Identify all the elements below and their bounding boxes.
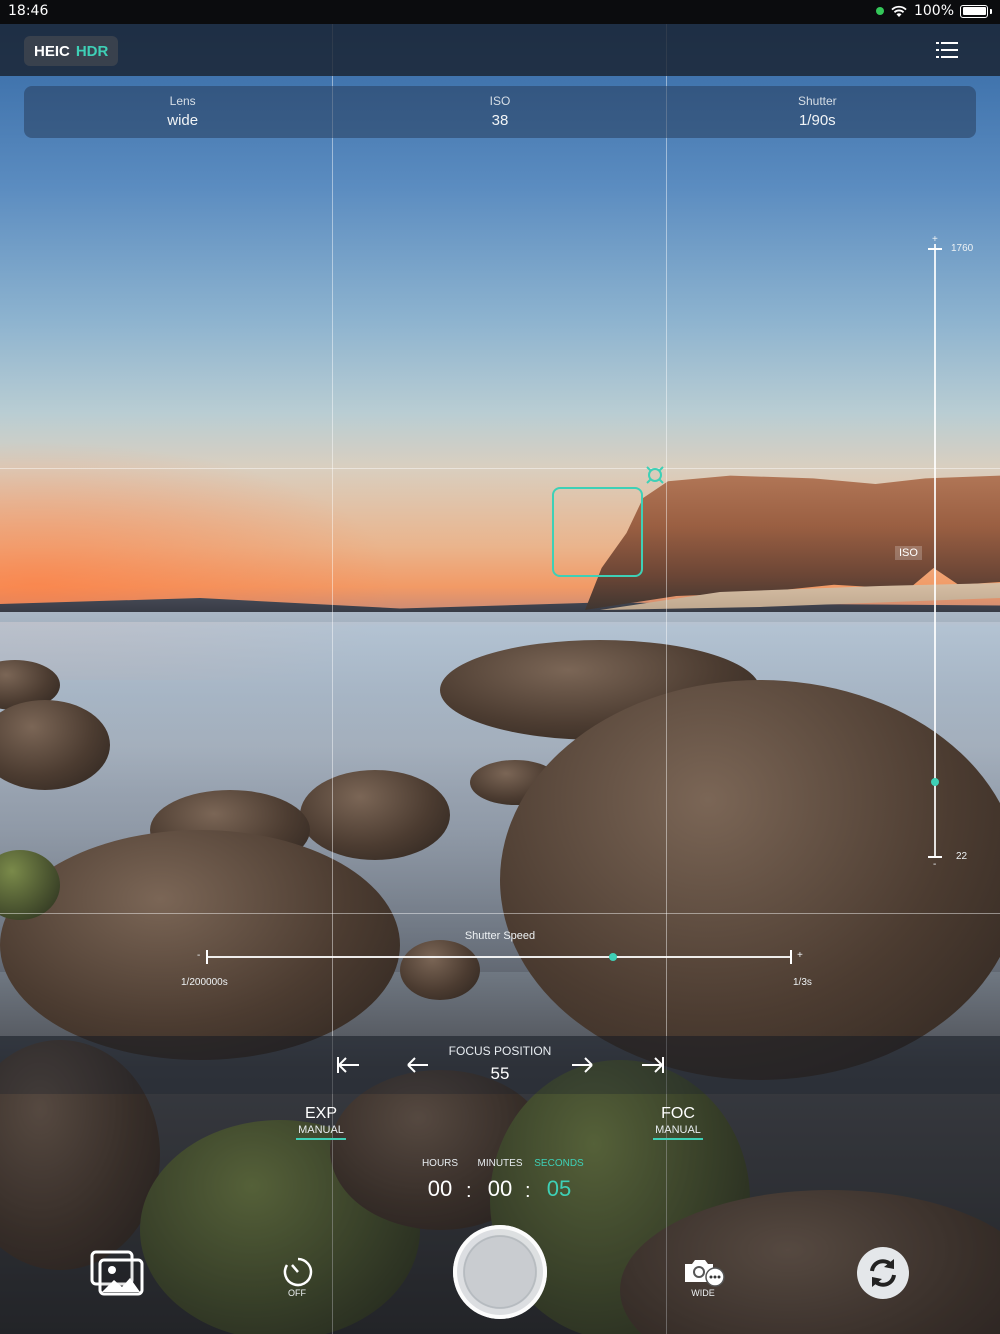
shutter-min-label: 1/200000s xyxy=(181,977,228,988)
lens-label: Lens xyxy=(169,94,196,108)
shutter-slider-knob[interactable] xyxy=(609,953,617,961)
wifi-icon xyxy=(891,5,907,17)
shutter-info[interactable]: Shutter 1/90s xyxy=(659,86,976,138)
status-indicators: 100% xyxy=(875,3,992,19)
iso-slider-label: ISO xyxy=(895,546,922,560)
focus-step-forward-icon[interactable] xyxy=(570,1054,596,1076)
focus-jump-end-icon[interactable] xyxy=(640,1054,666,1076)
iso-label: ISO xyxy=(489,94,511,108)
rock xyxy=(0,830,400,1060)
format-toggle-button[interactable]: HEIC HDR xyxy=(24,36,119,66)
exposure-mode-value: MANUAL xyxy=(298,1124,344,1136)
shutter-slider-track[interactable] xyxy=(207,956,792,958)
iso-value: 38 xyxy=(491,112,509,129)
hdr-label: HDR xyxy=(75,42,109,60)
focus-mode-toggle[interactable]: FOC MANUAL xyxy=(653,1105,703,1140)
iso-minus-label: - xyxy=(933,859,937,870)
grid-line-horizontal xyxy=(0,468,1000,469)
status-time: 18:46 xyxy=(8,3,49,19)
camera-lens-caption: WIDE xyxy=(691,1288,715,1298)
focus-step-back-icon[interactable] xyxy=(404,1054,430,1076)
focus-position-value: 55 xyxy=(490,1064,510,1083)
iso-slider-top-cap xyxy=(928,248,942,250)
minutes-value[interactable]: 00 xyxy=(470,1176,530,1202)
iso-slider-knob[interactable] xyxy=(931,778,939,786)
focus-target-icon[interactable] xyxy=(645,465,665,485)
exposure-info-panel: Lens wide ISO 38 Shutter 1/90s xyxy=(24,86,976,138)
self-timer-caption: OFF xyxy=(288,1288,306,1298)
iso-plus-label: + xyxy=(932,234,938,245)
shutter-minus-label: - xyxy=(197,950,201,961)
seconds-value[interactable]: 05 xyxy=(529,1176,589,1202)
switch-camera-button[interactable] xyxy=(857,1247,909,1299)
shutter-slider-start-tick xyxy=(206,950,208,964)
rock xyxy=(500,680,1000,1080)
focus-point-box[interactable] xyxy=(552,487,643,577)
shutter-max-label: 1/3s xyxy=(793,977,812,988)
exposure-mode-underline xyxy=(296,1138,346,1140)
shutter-value: 1/90s xyxy=(798,112,836,129)
minutes-label: MINUTES xyxy=(477,1158,523,1169)
photo-gallery-icon[interactable] xyxy=(90,1250,144,1298)
top-toolbar: HEIC HDR xyxy=(0,24,1000,76)
iso-min-label: 22 xyxy=(956,851,968,862)
iso-slider-track[interactable] xyxy=(934,244,936,858)
camera-options-icon[interactable] xyxy=(682,1256,726,1288)
shutter-speed-title: Shutter Speed xyxy=(464,930,536,942)
iso-max-label: 1760 xyxy=(951,243,974,254)
switch-camera-icon xyxy=(870,1259,896,1287)
shutter-slider-end-tick xyxy=(790,950,792,964)
format-label: HEIC xyxy=(34,42,70,60)
lens-value: wide xyxy=(167,112,199,129)
focus-mode-label: FOC xyxy=(661,1105,695,1122)
focus-position-title: FOCUS POSITION xyxy=(448,1044,552,1058)
self-timer-icon[interactable] xyxy=(282,1256,314,1288)
focus-jump-start-icon[interactable] xyxy=(335,1054,361,1076)
exposure-mode-label: EXP xyxy=(304,1105,337,1122)
iso-info[interactable]: ISO 38 xyxy=(341,86,658,138)
seconds-label: SECONDS xyxy=(534,1158,584,1169)
shutter-button[interactable] xyxy=(453,1225,547,1319)
list-menu-icon[interactable] xyxy=(936,42,958,58)
battery-percentage: 100% xyxy=(913,3,954,19)
lens-info[interactable]: Lens wide xyxy=(24,86,341,138)
focus-mode-underline xyxy=(653,1138,703,1140)
battery-cap xyxy=(990,8,992,14)
rock xyxy=(400,940,480,1000)
shutter-button-inner xyxy=(465,1237,535,1307)
iso-slider-bottom-cap xyxy=(928,856,942,858)
shutter-label: Shutter xyxy=(797,94,837,108)
hours-value[interactable]: 00 xyxy=(410,1176,470,1202)
hours-label: HOURS xyxy=(421,1158,459,1169)
focus-position-bar: FOCUS POSITION 55 xyxy=(0,1036,1000,1094)
exposure-mode-toggle[interactable]: EXP MANUAL xyxy=(296,1105,346,1140)
shutter-plus-label: + xyxy=(797,950,803,961)
focus-mode-value: MANUAL xyxy=(655,1124,701,1136)
rock xyxy=(300,770,450,860)
grid-line-horizontal xyxy=(0,913,1000,914)
battery-icon xyxy=(960,4,988,18)
status-bar: 18:46 100% xyxy=(0,0,1000,24)
privacy-indicator-icon xyxy=(875,7,884,15)
